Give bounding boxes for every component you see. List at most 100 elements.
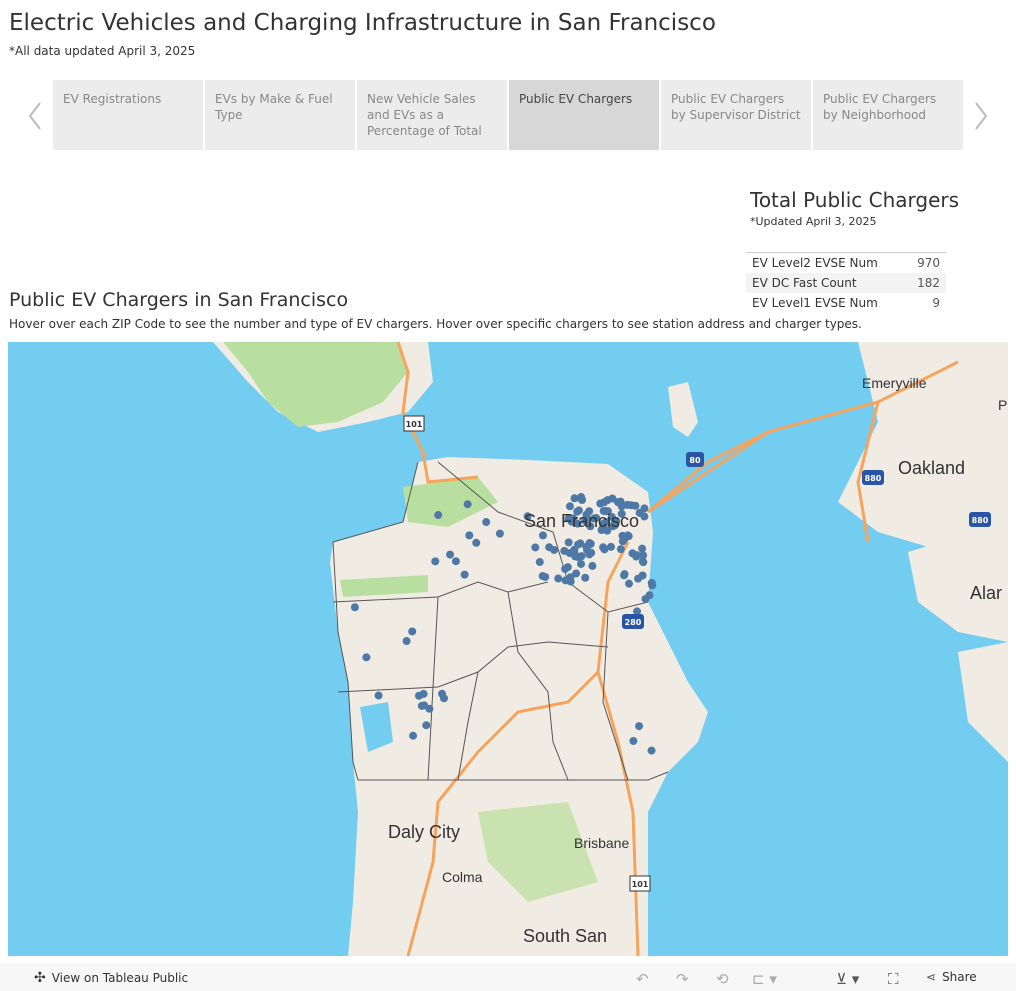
charger-dot[interactable] bbox=[638, 544, 647, 553]
charger-dot[interactable] bbox=[565, 549, 574, 558]
charger-dot[interactable] bbox=[572, 569, 581, 578]
revert-icon[interactable]: ⟲ bbox=[716, 970, 729, 988]
charger-dot[interactable] bbox=[577, 493, 586, 502]
row-label: EV Level2 EVSE Num bbox=[752, 256, 878, 270]
i880b-shield-icon: 880 bbox=[969, 512, 991, 527]
charger-dot[interactable] bbox=[616, 545, 625, 554]
charger-dot[interactable] bbox=[587, 548, 596, 557]
svg-text:80: 80 bbox=[689, 456, 701, 465]
charger-dot[interactable] bbox=[482, 518, 491, 527]
charger-dot[interactable] bbox=[613, 498, 622, 507]
charger-dot[interactable] bbox=[573, 552, 582, 561]
charger-dot[interactable] bbox=[425, 704, 434, 713]
charger-dot[interactable] bbox=[538, 531, 547, 540]
charger-dot[interactable] bbox=[431, 557, 440, 566]
charger-dot[interactable] bbox=[554, 574, 563, 583]
charger-dot[interactable] bbox=[574, 540, 583, 549]
tab-new-vehicle-sales[interactable]: New Vehicle Sales and EVs as a Percentag… bbox=[357, 80, 507, 150]
charger-dot[interactable] bbox=[645, 591, 654, 600]
map-canvas[interactable]: Emeryville P Oakland Alar San Francisco … bbox=[8, 342, 1008, 956]
pause-icon[interactable]: ⊏ ▾ bbox=[752, 970, 777, 988]
charger-dot[interactable] bbox=[374, 691, 383, 700]
charger-dot[interactable] bbox=[596, 499, 605, 508]
tableau-logo-icon: ✣ bbox=[34, 970, 46, 986]
charger-dot[interactable] bbox=[620, 571, 629, 580]
label-colma: Colma bbox=[442, 869, 483, 885]
row-label: EV DC Fast Count bbox=[752, 276, 857, 290]
oakland-airport bbox=[958, 642, 1008, 762]
redo-icon[interactable]: ↷ bbox=[676, 970, 689, 988]
table-row[interactable]: EV DC Fast Count 182 bbox=[746, 273, 946, 293]
charger-dot[interactable] bbox=[438, 689, 447, 698]
page-title: Electric Vehicles and Charging Infrastru… bbox=[9, 10, 716, 36]
charger-dot[interactable] bbox=[566, 577, 575, 586]
label-daly-city: Daly City bbox=[388, 822, 460, 842]
us101-shield-icon: 101 bbox=[403, 415, 425, 432]
charger-dot[interactable] bbox=[563, 563, 572, 572]
charger-dot[interactable] bbox=[460, 570, 469, 579]
undo-icon[interactable]: ↶ bbox=[636, 970, 649, 988]
charger-dot[interactable] bbox=[446, 550, 455, 559]
tab-public-ev-chargers[interactable]: Public EV Chargers bbox=[509, 80, 659, 150]
charger-dot[interactable] bbox=[627, 501, 636, 510]
charger-dot[interactable] bbox=[535, 558, 544, 567]
charger-dot[interactable] bbox=[362, 653, 371, 662]
tableau-toolbar: ✣ View on Tableau Public ↶ ↷ ⟲ ⊏ ▾ ⊻ ▾ ⛶ … bbox=[0, 963, 1016, 991]
chevron-left-icon bbox=[28, 102, 41, 130]
charger-map[interactable]: Emeryville P Oakland Alar San Francisco … bbox=[8, 342, 1008, 956]
tab-evs-by-make[interactable]: EVs by Make & Fuel Type bbox=[205, 80, 355, 150]
tabs-prev-button[interactable] bbox=[23, 96, 47, 136]
charger-dot[interactable] bbox=[606, 542, 615, 551]
charger-dot[interactable] bbox=[564, 538, 573, 547]
charger-dot[interactable] bbox=[634, 574, 643, 583]
charger-dot[interactable] bbox=[463, 500, 472, 509]
charger-dot[interactable] bbox=[603, 496, 612, 505]
row-value: 182 bbox=[917, 276, 940, 290]
svg-text:280: 280 bbox=[625, 618, 642, 627]
charger-dot[interactable] bbox=[628, 549, 637, 558]
charger-dot[interactable] bbox=[422, 721, 431, 730]
charger-dot[interactable] bbox=[417, 701, 426, 710]
charger-dot[interactable] bbox=[588, 561, 597, 570]
charger-dot[interactable] bbox=[581, 573, 590, 582]
i880-shield-icon: 880 bbox=[862, 470, 884, 485]
charger-dot[interactable] bbox=[434, 511, 443, 520]
charger-dot[interactable] bbox=[350, 603, 359, 612]
charger-dot[interactable] bbox=[545, 543, 554, 552]
charger-dot[interactable] bbox=[647, 578, 656, 587]
charger-dot[interactable] bbox=[495, 529, 504, 538]
charger-dot[interactable] bbox=[472, 538, 481, 547]
charger-dot[interactable] bbox=[409, 731, 418, 740]
charger-dot[interactable] bbox=[635, 722, 644, 731]
table-row[interactable]: EV Level1 EVSE Num 9 bbox=[746, 293, 946, 313]
view-on-tableau-link[interactable]: ✣ View on Tableau Public bbox=[34, 970, 188, 986]
charger-dot[interactable] bbox=[565, 502, 574, 511]
charger-dot[interactable] bbox=[531, 543, 540, 552]
charger-dot[interactable] bbox=[414, 691, 423, 700]
fullscreen-icon[interactable]: ⛶ bbox=[888, 970, 899, 988]
charger-dot[interactable] bbox=[402, 637, 411, 646]
charger-dot[interactable] bbox=[647, 746, 656, 755]
charger-dot[interactable] bbox=[451, 557, 460, 566]
charger-dot[interactable] bbox=[625, 579, 634, 588]
svg-text:880: 880 bbox=[972, 516, 989, 525]
charger-dot[interactable] bbox=[639, 558, 648, 567]
charger-dot[interactable] bbox=[629, 736, 638, 745]
charger-dot[interactable] bbox=[620, 534, 629, 543]
charger-dot[interactable] bbox=[465, 531, 474, 540]
tabs-next-button[interactable] bbox=[969, 96, 993, 136]
label-south-san-francisco: South San bbox=[523, 926, 607, 946]
tab-chargers-by-district[interactable]: Public EV Chargers by Supervisor Distric… bbox=[661, 80, 811, 150]
row-value: 9 bbox=[932, 296, 940, 310]
page-subtitle: *All data updated April 3, 2025 bbox=[9, 44, 196, 58]
tab-ev-registrations[interactable]: EV Registrations bbox=[53, 80, 203, 150]
charger-dot[interactable] bbox=[570, 494, 579, 503]
charger-dot[interactable] bbox=[541, 572, 550, 581]
share-button[interactable]: ⋖ Share bbox=[926, 970, 977, 984]
tab-chargers-by-neighborhood[interactable]: Public EV Chargers by Neighborhood bbox=[813, 80, 963, 150]
charger-dot[interactable] bbox=[408, 627, 417, 636]
download-icon[interactable]: ⊻ ▾ bbox=[836, 970, 859, 988]
us101b-shield-icon: 101 bbox=[629, 875, 651, 892]
charger-dot[interactable] bbox=[577, 559, 586, 568]
table-row[interactable]: EV Level2 EVSE Num 970 bbox=[746, 253, 946, 273]
